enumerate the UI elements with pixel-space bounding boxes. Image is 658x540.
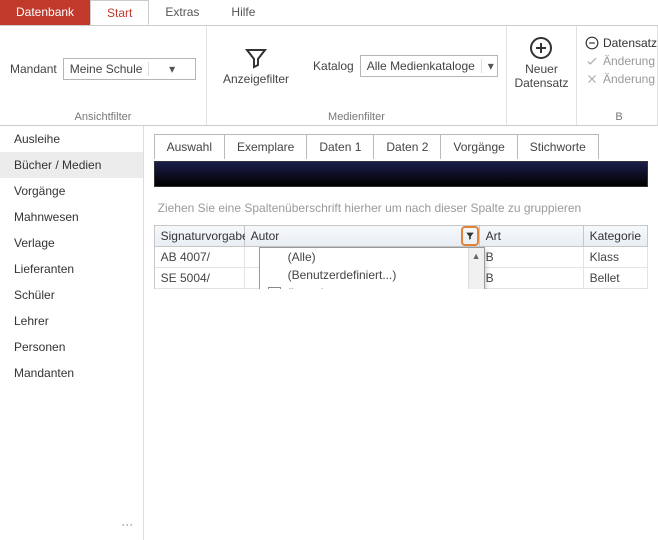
- group-label-mediafilter: Medienfilter: [217, 107, 496, 123]
- check-icon: [585, 54, 599, 68]
- top-tab-bar: Datenbank Start Extras Hilfe: [0, 0, 658, 26]
- group-label-cut: B: [581, 107, 657, 123]
- filter-option-label: (Benutzerdefiniert...): [288, 268, 397, 282]
- main-split: AusleiheBücher / MedienVorgängeMahnwesen…: [0, 126, 658, 540]
- filter-option-label: (Alle): [288, 250, 316, 264]
- inner-tabs: AuswahlExemplareDaten 1Daten 2VorgängeSt…: [144, 126, 658, 159]
- data-grid: Signaturvorgabe Autor Art Kategorie AB 4…: [154, 225, 648, 289]
- popup-scrollbar[interactable]: [468, 248, 484, 289]
- checkbox-icon: [268, 287, 281, 290]
- sidebar-item[interactable]: Verlage: [0, 230, 143, 256]
- x-icon: [585, 72, 599, 86]
- sidebar-item[interactable]: Lieferanten: [0, 256, 143, 282]
- ribbon-group-cut: Datensatz Änderung Änderung B: [577, 26, 658, 125]
- sidebar-item[interactable]: Lehrer: [0, 308, 143, 334]
- tab-database[interactable]: Datenbank: [0, 0, 90, 25]
- tab-help[interactable]: Hilfe: [215, 0, 271, 25]
- cell: SE 5004/: [155, 268, 245, 289]
- sidebar-item[interactable]: Vorgänge: [0, 178, 143, 204]
- cell: AB 4007/: [155, 247, 245, 268]
- tab-start[interactable]: Start: [90, 0, 149, 25]
- inner-tab[interactable]: Auswahl: [154, 134, 225, 159]
- katalog-value: Alle Medienkataloge: [361, 59, 481, 73]
- cut-l2: Änderung: [603, 72, 655, 86]
- katalog-combo[interactable]: Alle Medienkataloge ▾: [360, 55, 498, 77]
- inner-tab[interactable]: Daten 1: [306, 134, 374, 159]
- inner-tab[interactable]: Stichworte: [517, 134, 599, 159]
- tab-extras[interactable]: Extras: [149, 0, 215, 25]
- sidebar-item[interactable]: Ausleihe: [0, 126, 143, 152]
- anzeigefilter-button[interactable]: Anzeigefilter: [217, 42, 295, 90]
- chevron-down-icon: ▾: [148, 62, 195, 76]
- col-autor-label: Autor: [251, 229, 280, 243]
- scroll-up-icon[interactable]: [469, 248, 484, 264]
- inner-tab[interactable]: Exemplare: [224, 134, 307, 159]
- cell: B: [480, 247, 584, 268]
- minus-circle-icon: [585, 36, 599, 50]
- inner-tab[interactable]: Vorgänge: [440, 134, 517, 159]
- group-label-viewfilter: Ansichtfilter: [10, 107, 196, 123]
- filter-option[interactable]: (Benutzerdefiniert...): [260, 266, 484, 284]
- ribbon: Mandant Meine Schule ▾ Ansichtfilter Anz…: [0, 26, 658, 126]
- new-record-label: Neuer Datensatz: [514, 62, 568, 90]
- filter-option[interactable]: (Leere): [260, 284, 484, 289]
- filter-option[interactable]: (Alle): [260, 248, 484, 266]
- sidebar-handle-icon[interactable]: ⋮: [113, 519, 143, 540]
- inner-tab[interactable]: Daten 2: [373, 134, 441, 159]
- grouping-hint: Ziehen Sie eine Spaltenüberschrift hierh…: [144, 187, 658, 225]
- col-kategorie[interactable]: Kategorie: [584, 226, 648, 247]
- grid-header: Signaturvorgabe Autor Art Kategorie: [155, 226, 648, 247]
- sidebar-item[interactable]: Schüler: [0, 282, 143, 308]
- sidebar: AusleiheBücher / MedienVorgängeMahnwesen…: [0, 126, 144, 540]
- ribbon-group-new: Neuer Datensatz: [507, 26, 577, 125]
- new-record-button[interactable]: Neuer Datensatz: [508, 32, 574, 94]
- sidebar-item[interactable]: Mandanten: [0, 360, 143, 386]
- funnel-small-icon: [465, 231, 475, 241]
- mandant-label: Mandant: [10, 62, 57, 76]
- col-art[interactable]: Art: [480, 226, 584, 247]
- cell: Klass: [584, 247, 648, 268]
- col-signatur[interactable]: Signaturvorgabe: [155, 226, 245, 247]
- chevron-down-icon: ▾: [481, 59, 497, 73]
- mandant-value: Meine Schule: [64, 62, 149, 76]
- col-autor[interactable]: Autor: [245, 226, 480, 247]
- table-header-bar: [154, 161, 648, 187]
- katalog-label: Katalog: [313, 59, 354, 73]
- filter-option-label: (Leere): [287, 286, 326, 289]
- mandant-combo[interactable]: Meine Schule ▾: [63, 58, 196, 80]
- anzeigefilter-label: Anzeigefilter: [223, 72, 289, 86]
- funnel-icon: [244, 46, 268, 70]
- content-area: AuswahlExemplareDaten 1Daten 2VorgängeSt…: [144, 126, 658, 540]
- autor-filter-popup: (Alle)(Benutzerdefiniert...)(Leere)(Nich…: [259, 247, 485, 289]
- sidebar-item[interactable]: Personen: [0, 334, 143, 360]
- cut-l1: Änderung: [603, 54, 655, 68]
- ribbon-group-viewfilter: Mandant Meine Schule ▾ Ansichtfilter: [0, 26, 207, 125]
- plus-circle-icon: [529, 36, 553, 60]
- sidebar-item[interactable]: Mahnwesen: [0, 204, 143, 230]
- sidebar-item[interactable]: Bücher / Medien: [0, 152, 143, 178]
- filter-button-autor[interactable]: [461, 226, 479, 246]
- cell: Bellet: [584, 268, 648, 289]
- ribbon-group-mediafilter: Anzeigefilter Katalog Alle Medienkatalog…: [207, 26, 507, 125]
- cell: B: [480, 268, 584, 289]
- cut-title: Datensatz: [603, 36, 657, 50]
